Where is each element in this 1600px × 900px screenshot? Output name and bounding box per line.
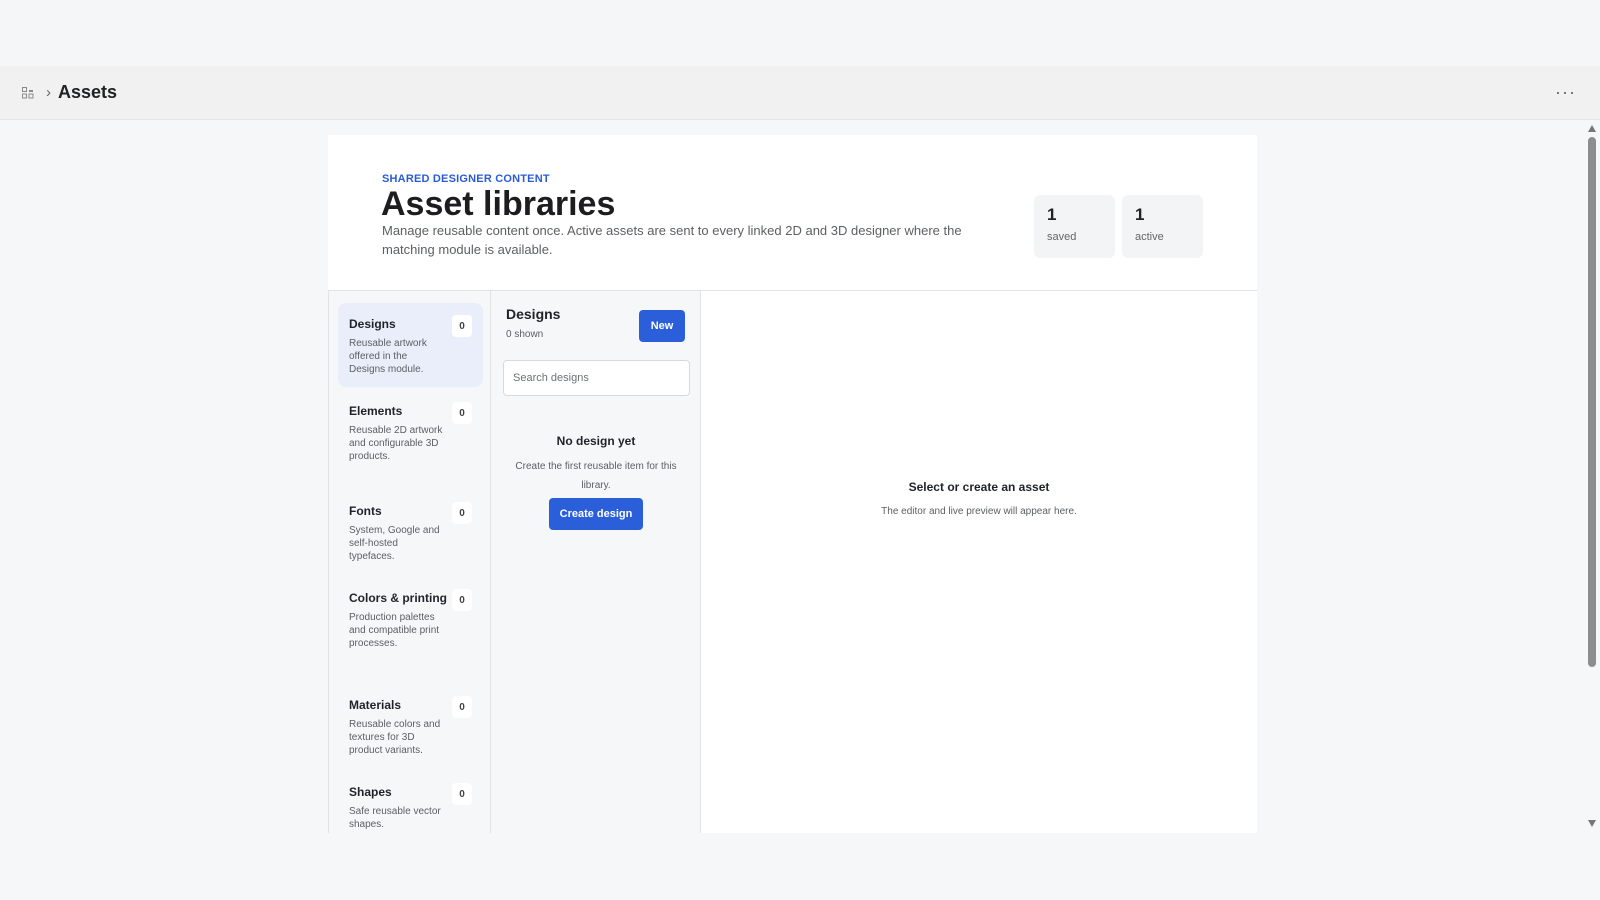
- category-sidebar: Designs Reusable artwork offered in the …: [329, 291, 491, 833]
- hero-eyebrow: SHARED DESIGNER CONTENT: [382, 173, 550, 185]
- stat-label: active: [1135, 231, 1164, 243]
- scroll-up-arrow-icon[interactable]: [1588, 125, 1596, 132]
- category-name: Materials: [349, 698, 402, 712]
- asset-list-column: Designs 0 shown New No design yet Create…: [491, 291, 701, 833]
- category-materials[interactable]: Materials Reusable colors and textures f…: [338, 684, 483, 768]
- category-description: Safe reusable vector shapes.: [349, 806, 441, 830]
- category-description: Reusable artwork offered in the Designs …: [349, 338, 427, 375]
- stat-active: 1 active: [1122, 195, 1203, 258]
- main-scroll-area[interactable]: SHARED DESIGNER CONTENT Asset libraries …: [0, 121, 1600, 833]
- category-count: 0: [452, 502, 472, 524]
- empty-state-description: Create the first reusable item for this …: [515, 461, 677, 491]
- new-button[interactable]: New: [639, 310, 685, 342]
- scroll-down-arrow-icon[interactable]: [1588, 820, 1596, 827]
- stat-label: saved: [1047, 231, 1077, 243]
- list-title: Designs: [506, 306, 561, 322]
- bottom-blank-area: [0, 833, 1600, 900]
- category-colors-printing[interactable]: Colors & printing Production palettes an…: [338, 577, 483, 681]
- category-name: Shapes: [349, 785, 392, 799]
- category-count: 0: [452, 315, 472, 337]
- breadcrumb-separator: ›: [46, 84, 51, 101]
- category-count: 0: [452, 402, 472, 424]
- editor-pane: Select or create an asset The editor and…: [701, 291, 1257, 833]
- category-description: System, Google and self-hosted typefaces…: [349, 525, 440, 562]
- category-name: Fonts: [349, 504, 382, 518]
- list-count: 0 shown: [506, 329, 544, 340]
- stat-saved: 1 saved: [1034, 195, 1115, 258]
- category-shapes[interactable]: Shapes Safe reusable vector shapes. 0: [338, 771, 483, 833]
- category-description: Reusable colors and textures for 3D prod…: [349, 719, 441, 756]
- search-input[interactable]: [503, 360, 690, 396]
- scrollbar-thumb[interactable]: [1588, 137, 1596, 667]
- category-elements[interactable]: Elements Reusable 2D artwork and configu…: [338, 390, 483, 486]
- stat-value: 1: [1047, 205, 1057, 224]
- category-name: Designs: [349, 317, 396, 331]
- editor-empty-title: Select or create an asset: [908, 480, 1050, 494]
- category-designs[interactable]: Designs Reusable artwork offered in the …: [338, 303, 483, 387]
- category-count: 0: [452, 783, 472, 805]
- create-design-button[interactable]: Create design: [549, 498, 643, 530]
- more-dots-icon[interactable]: ···: [1555, 83, 1576, 101]
- library-panel: Designs Reusable artwork offered in the …: [328, 291, 1257, 833]
- category-name: Colors & printing: [349, 591, 447, 605]
- category-name: Elements: [349, 404, 403, 418]
- stat-value: 1: [1135, 205, 1145, 224]
- apps-icon[interactable]: [20, 85, 36, 101]
- category-description: Reusable 2D artwork and configurable 3D …: [349, 425, 443, 462]
- vertical-scrollbar[interactable]: [1584, 121, 1600, 833]
- top-blank-area: [0, 0, 1600, 66]
- category-count: 0: [452, 589, 472, 611]
- empty-state-title: No design yet: [556, 434, 636, 448]
- category-count: 0: [452, 696, 472, 718]
- editor-empty-description: The editor and live preview will appear …: [881, 506, 1077, 517]
- hero-card: SHARED DESIGNER CONTENT Asset libraries …: [328, 135, 1257, 291]
- hero-description: Manage reusable content once. Active ass…: [382, 223, 962, 257]
- hero-title: Asset libraries: [381, 185, 616, 223]
- category-description: Production palettes and compatible print…: [349, 612, 440, 649]
- page-header: › Assets ···: [0, 66, 1600, 120]
- category-fonts[interactable]: Fonts System, Google and self-hosted typ…: [338, 490, 483, 574]
- page-title: Assets: [58, 82, 118, 102]
